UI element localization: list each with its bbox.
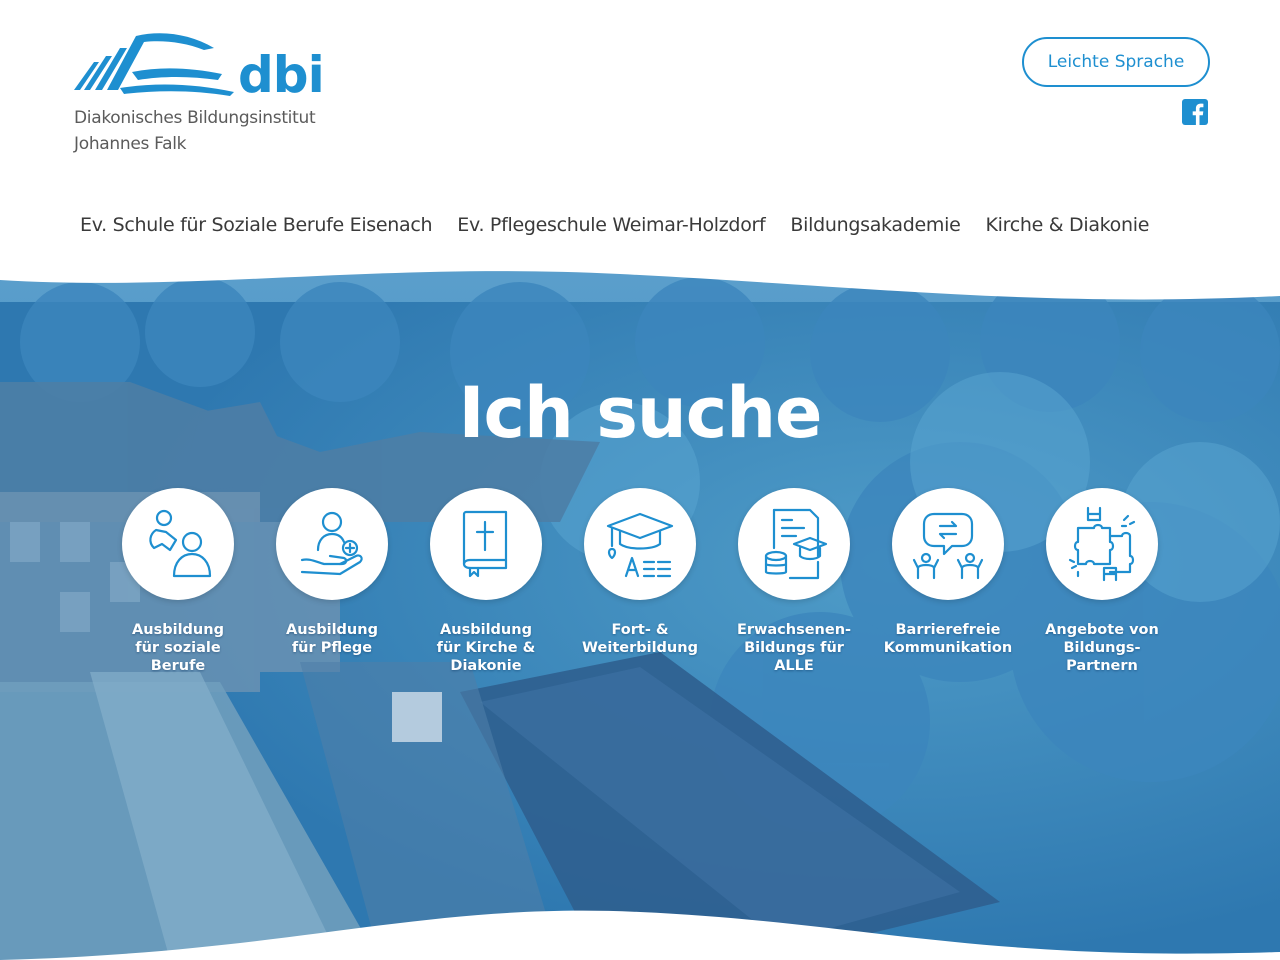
category-barrierefreie-kommunikation[interactable]: Barrierefreie Kommunikation [868,488,1028,657]
leichte-sprache-button[interactable]: Leichte Sprache [1022,37,1210,87]
category-circle [584,488,696,600]
logo-swoosh-icon [74,33,234,96]
care-hand-icon [300,511,363,576]
category-bildungspartner[interactable]: Angebote von Bildungs- Partnern [1022,488,1182,675]
category-circle [430,488,542,600]
category-label: Barrierefreie Kommunikation [883,622,1013,656]
nav-item-pflegeschule[interactable]: Ev. Pflegeschule Weimar-Holzdorf [457,214,765,236]
category-label: Fort- & Weiterbildung [582,622,698,656]
logo-name-line2: Johannes Falk [74,134,187,154]
category-kirche-diakonie[interactable]: Ausbildung für Kirche & Diakonie [406,488,566,675]
document-cap-icon [764,508,828,580]
dbi-logo[interactable]: dbi Diakonisches Bildungsinstitut Johann… [72,28,332,158]
category-soziale-berufe[interactable]: Ausbildung für soziale Berufe [98,488,258,675]
category-label: Ausbildung für soziale Berufe [132,622,224,674]
logo-name-line1: Diakonisches Bildungsinstitut [74,108,316,128]
category-circle [1046,488,1158,600]
category-fort-weiterbildung[interactable]: Fort- & Weiterbildung [560,488,720,657]
nav-item-bildungsakademie[interactable]: Bildungsakademie [790,214,960,236]
category-circle [276,488,388,600]
hero-title: Ich suche [458,372,822,454]
category-list: Ausbildung für soziale Berufe Ausbildung… [98,488,1188,708]
parent-child-icon [149,509,212,578]
main-navigation: Ev. Schule für Soziale Berufe Eisenach E… [80,214,1174,236]
category-circle [738,488,850,600]
nav-item-kirche-diakonie[interactable]: Kirche & Diakonie [986,214,1150,236]
category-circle [892,488,1004,600]
bible-icon [462,510,508,578]
category-label: Ausbildung für Kirche & Diakonie [436,622,536,674]
category-pflege[interactable]: Ausbildung für Pflege [252,488,412,657]
puzzle-icon [1068,506,1136,582]
communication-icon [912,512,984,580]
category-label: Ausbildung für Pflege [286,622,378,656]
facebook-icon[interactable] [1182,99,1208,125]
hero-section: Ich suche Ausbildung für soziale Berufe [0,262,1280,960]
graduation-cap-icon [606,512,674,578]
logo-dbi-text: dbi [238,46,325,104]
category-label: Angebote von Bildungs- Partnern [1045,622,1159,674]
site-header: dbi Diakonisches Bildungsinstitut Johann… [0,0,1280,280]
category-label: Erwachsenen- Bildungs für ALLE [736,622,852,674]
nav-item-schule-soziale-berufe[interactable]: Ev. Schule für Soziale Berufe Eisenach [80,214,433,236]
category-circle [122,488,234,600]
category-erwachsenenbildung[interactable]: Erwachsenen- Bildungs für ALLE [714,488,874,675]
